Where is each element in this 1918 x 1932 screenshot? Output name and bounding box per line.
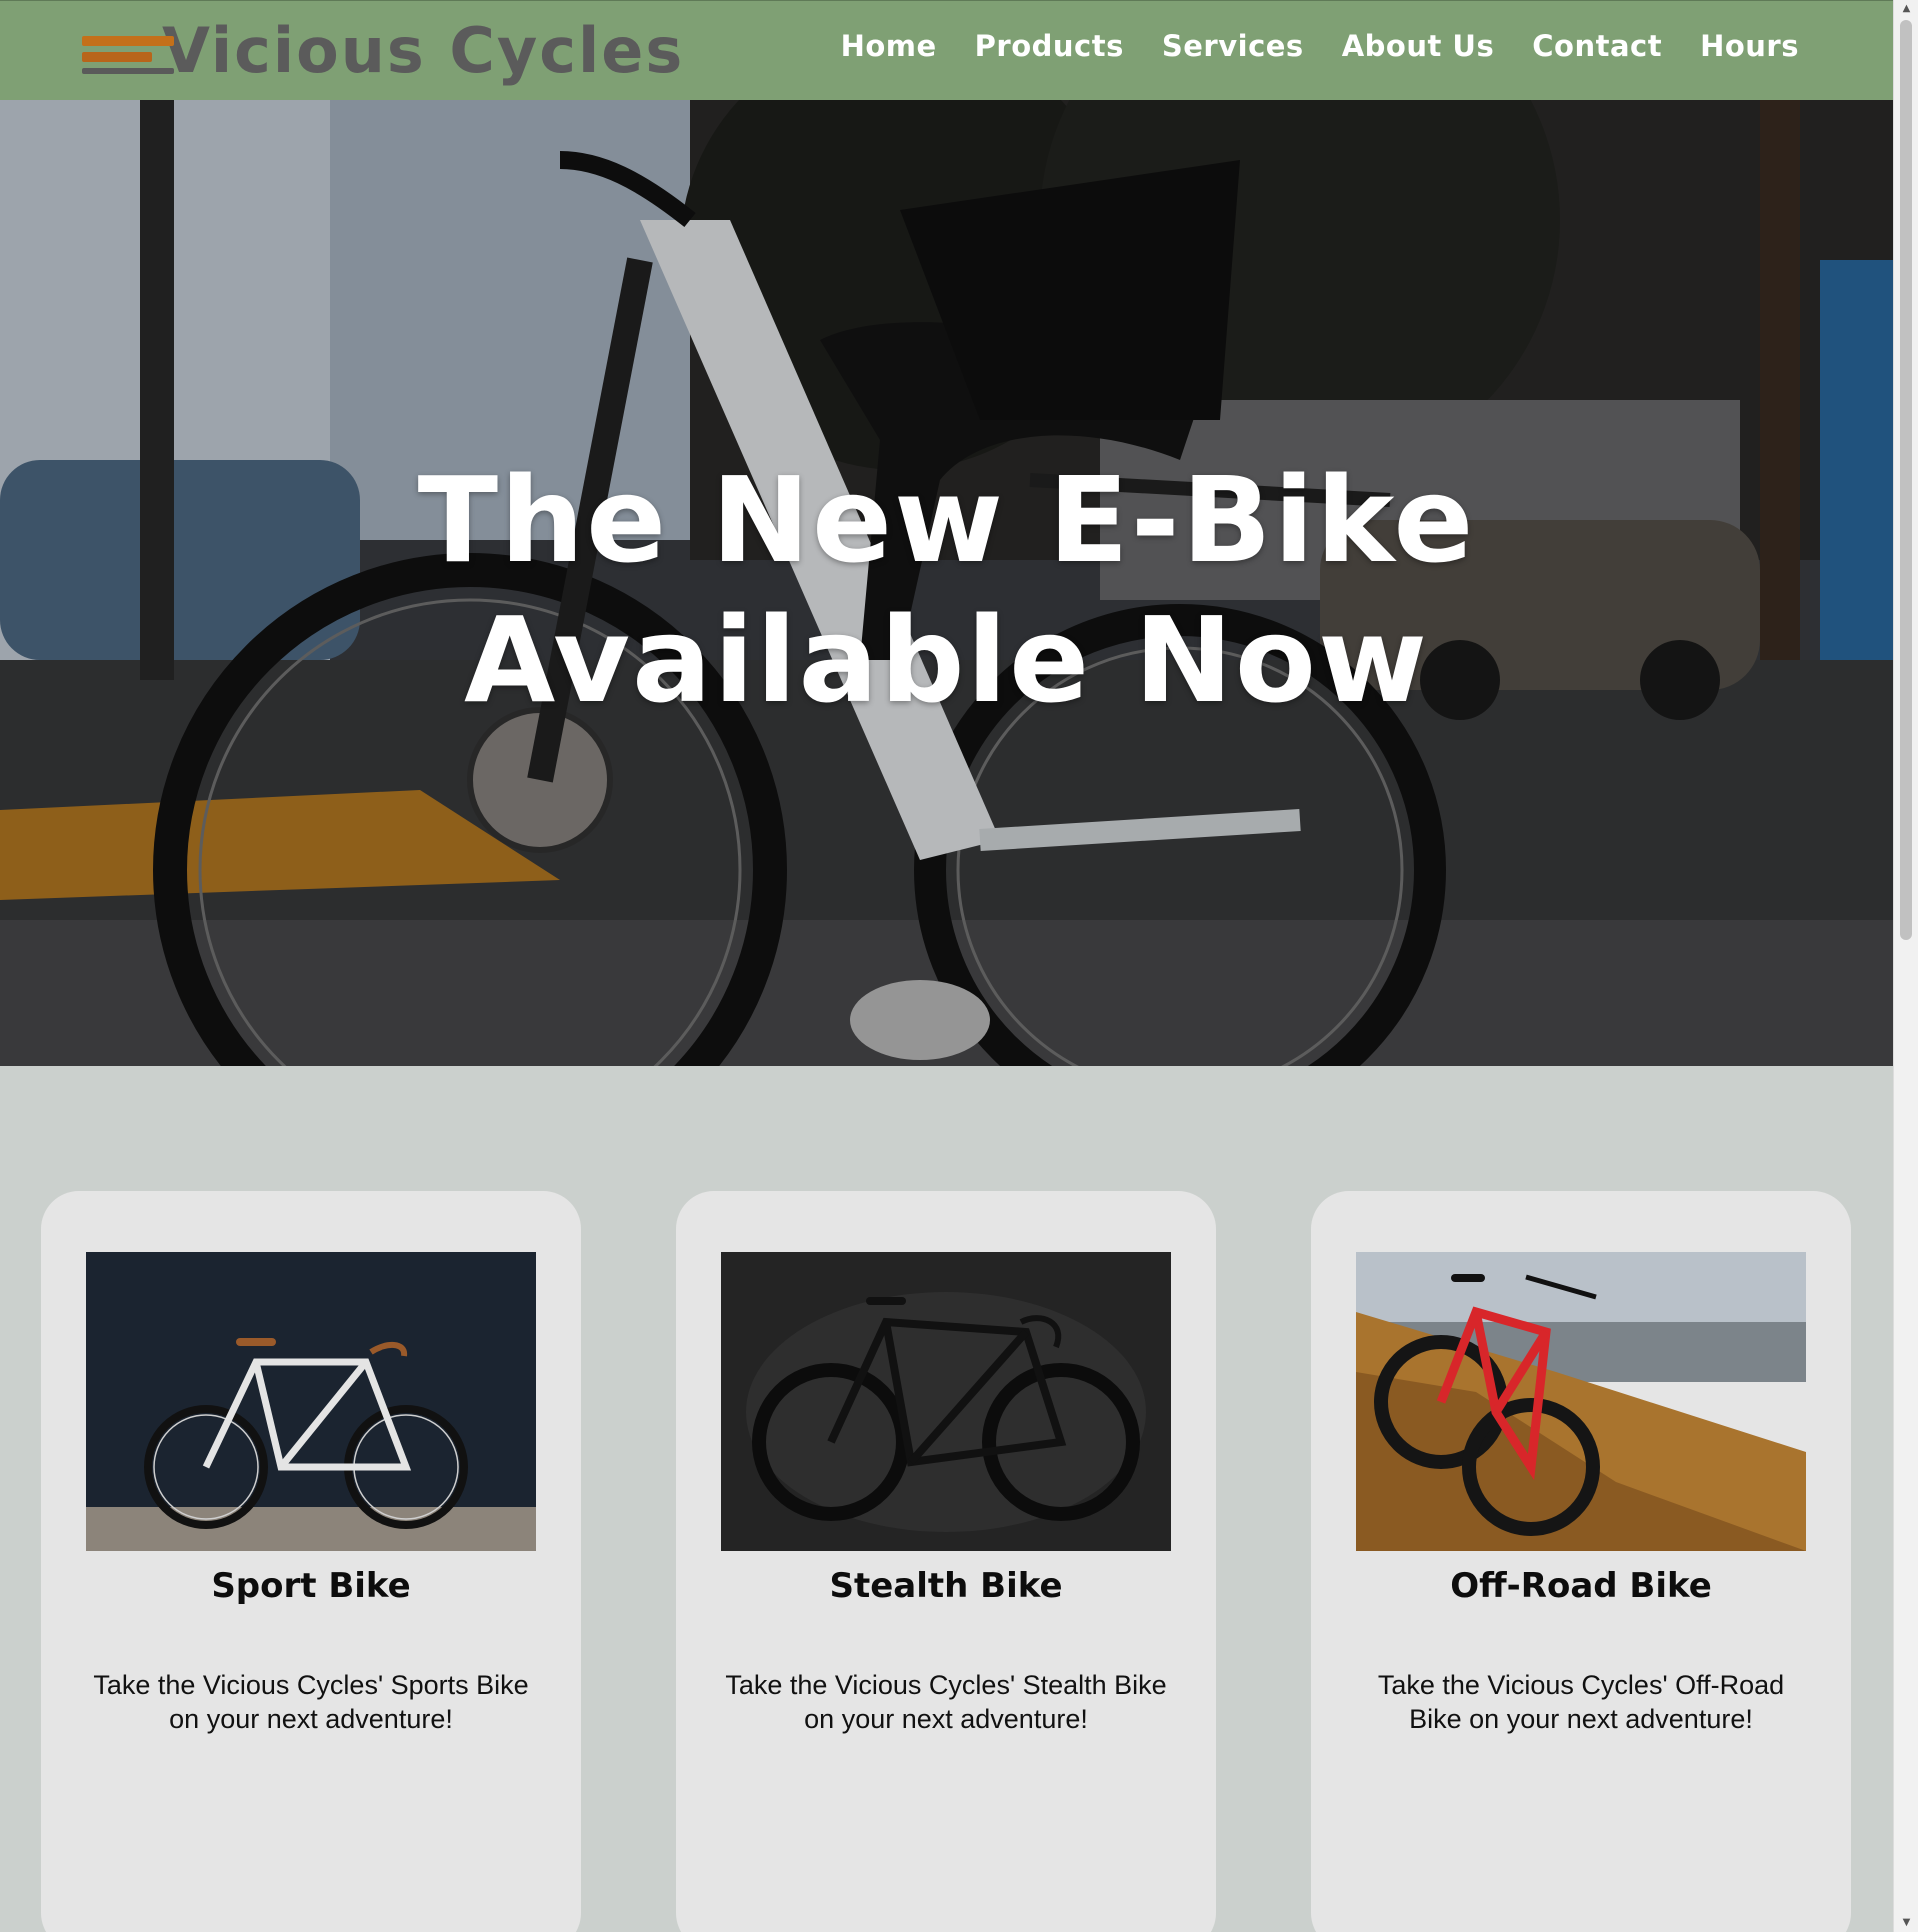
nav-contact[interactable]: Contact <box>1532 29 1662 63</box>
scrollbar-thumb[interactable] <box>1900 20 1912 940</box>
scroll-up-arrow-icon[interactable]: ▲ <box>1894 0 1918 18</box>
site-logo[interactable]: Vicious Cycles <box>82 17 684 85</box>
product-card-stealth[interactable]: Stealth Bike Take the Vicious Cycles' St… <box>676 1191 1216 1932</box>
product-card-offroad[interactable]: Off-Road Bike Take the Vicious Cycles' O… <box>1311 1191 1851 1932</box>
hero-heading-line1: The New E-Bike <box>417 451 1476 589</box>
stealth-bike-image <box>721 1252 1171 1551</box>
site-header: Vicious Cycles Home Products Services Ab… <box>0 0 1893 100</box>
scroll-down-arrow-icon[interactable]: ▼ <box>1894 1914 1918 1932</box>
product-description: Take the Vicious Cycles' Sports Bike on … <box>93 1670 529 1734</box>
product-title: Off-Road Bike <box>1450 1566 1712 1606</box>
product-description: Take the Vicious Cycles' Stealth Bike on… <box>725 1670 1167 1734</box>
product-title: Stealth Bike <box>829 1566 1063 1606</box>
off-road-bike-image <box>1356 1252 1806 1551</box>
product-title: Sport Bike <box>211 1566 411 1606</box>
logo-stripes-icon <box>82 28 176 74</box>
page: Vicious Cycles Home Products Services Ab… <box>0 0 1893 1932</box>
product-cards: Sport Bike Take the Vicious Cycles' Spor… <box>41 1191 1851 1932</box>
nav-home[interactable]: Home <box>841 29 937 63</box>
vertical-scrollbar[interactable]: ▲ ▼ <box>1893 0 1918 1932</box>
hero-heading-line2: Available Now <box>463 591 1430 729</box>
hero-banner: The New E-Bike Available Now <box>0 100 1893 1066</box>
main-nav: Home Products Services About Us Contact … <box>841 29 1799 63</box>
product-description: Take the Vicious Cycles' Off-Road Bike o… <box>1377 1670 1785 1734</box>
hero-heading: The New E-Bike Available Now <box>0 450 1893 730</box>
product-card-sport[interactable]: Sport Bike Take the Vicious Cycles' Spor… <box>41 1191 581 1932</box>
nav-products[interactable]: Products <box>975 29 1124 63</box>
nav-services[interactable]: Services <box>1162 29 1304 63</box>
nav-hours[interactable]: Hours <box>1700 29 1799 63</box>
sport-bike-image <box>86 1252 536 1551</box>
nav-about-us[interactable]: About Us <box>1342 29 1495 63</box>
logo-text: Vicious Cycles <box>162 14 685 87</box>
